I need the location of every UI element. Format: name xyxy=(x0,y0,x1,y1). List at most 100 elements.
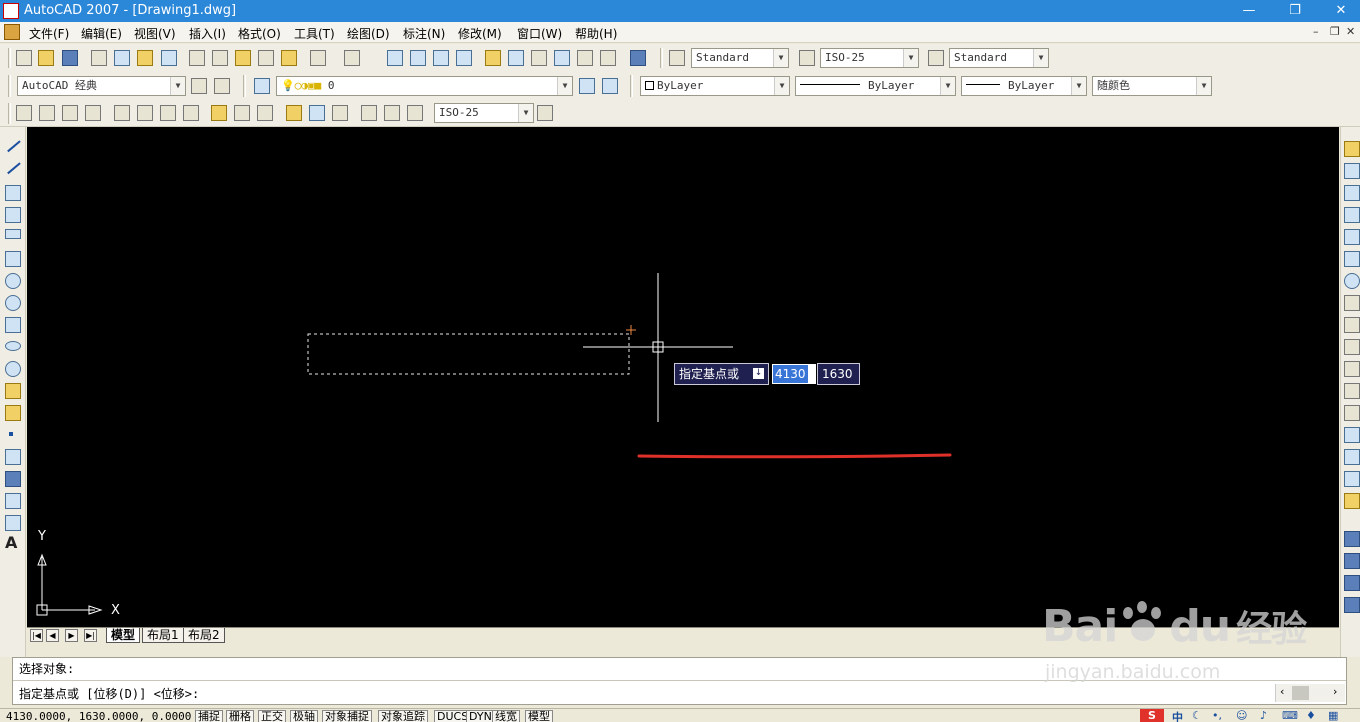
table-icon[interactable] xyxy=(5,515,21,531)
radius-dim-icon[interactable] xyxy=(114,105,130,121)
dimension-style-manager-icon[interactable] xyxy=(537,105,553,121)
hatch-icon[interactable] xyxy=(5,449,21,465)
mic-icon[interactable]: ♪ xyxy=(1260,709,1267,722)
text-style-select[interactable]: Standard ▼ xyxy=(691,48,789,68)
rectangle-icon[interactable] xyxy=(5,229,21,239)
zoom-previous-icon[interactable] xyxy=(456,50,472,66)
aligned-dim-icon[interactable] xyxy=(39,105,55,121)
insert-block-icon[interactable] xyxy=(5,383,21,399)
keyboard-icon[interactable]: ⌨ xyxy=(1282,709,1298,722)
scale-icon[interactable] xyxy=(1344,295,1360,311)
text-style-icon[interactable] xyxy=(669,50,685,66)
break-at-point-icon[interactable] xyxy=(1344,383,1360,399)
chevron-down-icon[interactable]: ▼ xyxy=(557,77,572,95)
chevron-down-icon[interactable]: ▼ xyxy=(170,77,185,95)
publish-icon[interactable] xyxy=(137,50,153,66)
diameter-dim-icon[interactable] xyxy=(160,105,176,121)
chevron-down-icon[interactable]: ▼ xyxy=(903,49,918,67)
workspace-settings-icon[interactable] xyxy=(191,78,207,94)
tolerance-icon[interactable] xyxy=(309,105,325,121)
toolbar-grip[interactable] xyxy=(660,48,663,68)
dim-edit-icon[interactable] xyxy=(361,105,377,121)
workspace-select[interactable]: AutoCAD 经典 ▼ xyxy=(17,76,186,96)
center-mark-icon[interactable] xyxy=(332,105,348,121)
menu-help[interactable]: 帮助(H) xyxy=(575,25,617,42)
menu-view[interactable]: 视图(V) xyxy=(134,25,176,42)
fillet-icon[interactable] xyxy=(1344,471,1360,487)
snap-toggle[interactable]: 捕捉 xyxy=(195,710,223,722)
scroll-thumb[interactable] xyxy=(1292,686,1309,700)
polygon-icon[interactable] xyxy=(5,207,21,223)
erase-icon[interactable] xyxy=(1344,141,1360,157)
dim-style-select-2[interactable]: ISO-25 ▼ xyxy=(434,103,534,123)
gradient-icon[interactable] xyxy=(5,471,21,487)
make-block-icon[interactable] xyxy=(5,405,21,421)
spline-icon[interactable] xyxy=(5,317,21,333)
tab-model[interactable]: 模型 xyxy=(106,628,141,643)
table-style-select[interactable]: Standard ▼ xyxy=(949,48,1049,68)
ortho-toggle[interactable]: 正交 xyxy=(258,710,286,722)
menu-edit[interactable]: 编辑(E) xyxy=(81,25,122,42)
print-preview-icon[interactable] xyxy=(114,50,130,66)
new-icon[interactable] xyxy=(16,50,32,66)
draw-order-back-icon[interactable] xyxy=(1344,553,1360,569)
toolbar-grip[interactable] xyxy=(8,48,11,68)
menu-format[interactable]: 格式(O) xyxy=(238,25,281,42)
markup-icon[interactable] xyxy=(577,50,593,66)
coordinate-readout[interactable]: 4130.0000, 1630.0000, 0.0000 xyxy=(6,710,191,722)
dim-style-icon[interactable] xyxy=(799,50,815,66)
command-prompt-line[interactable]: 指定基点或 [位移(D)] <位移>: xyxy=(19,685,199,702)
scroll-right-icon[interactable]: › xyxy=(1333,685,1337,698)
tool-palettes-icon[interactable] xyxy=(531,50,547,66)
draw-order-under-icon[interactable] xyxy=(1344,597,1360,613)
tab-layout1[interactable]: 布局1 xyxy=(142,628,184,643)
restore-button[interactable]: ❐ xyxy=(1280,2,1310,20)
extend-icon[interactable] xyxy=(1344,361,1360,377)
chevron-down-icon[interactable]: ▼ xyxy=(773,49,788,67)
multiline-text-icon[interactable]: A xyxy=(5,535,21,551)
arrow-down-icon[interactable]: ↓ xyxy=(753,368,764,379)
ellipse-arc-icon[interactable] xyxy=(5,361,21,377)
make-current-layer-icon[interactable] xyxy=(579,78,595,94)
3d-dwf-icon[interactable] xyxy=(161,50,177,66)
plot-style-select[interactable]: 随颜色 ▼ xyxy=(1092,76,1212,96)
menu-dimension[interactable]: 标注(N) xyxy=(403,25,445,42)
last-tab-icon[interactable]: ▶| xyxy=(84,629,97,642)
explode-icon[interactable] xyxy=(1344,493,1360,509)
menu-tools[interactable]: 工具(T) xyxy=(294,25,335,42)
ime-mode-label[interactable]: 中 xyxy=(1172,709,1183,722)
paste-icon[interactable] xyxy=(235,50,251,66)
redo-icon[interactable] xyxy=(344,50,360,66)
grid-icon[interactable]: ▦ xyxy=(1328,709,1338,722)
quick-leader-icon[interactable] xyxy=(286,105,302,121)
chevron-down-icon[interactable]: ▼ xyxy=(1196,77,1211,95)
toolbar-grip[interactable] xyxy=(243,75,246,97)
sogou-ime-icon[interactable]: S xyxy=(1140,709,1164,722)
doc-close-button[interactable]: ✕ xyxy=(1346,25,1355,38)
zoom-realtime-icon[interactable] xyxy=(410,50,426,66)
quick-dim-icon[interactable] xyxy=(211,105,227,121)
dim-text-edit-icon[interactable] xyxy=(384,105,400,121)
undo-icon[interactable] xyxy=(310,50,326,66)
minimize-button[interactable]: — xyxy=(1234,2,1264,20)
chamfer-icon[interactable] xyxy=(1344,449,1360,465)
menu-window[interactable]: 窗口(W) xyxy=(517,25,562,42)
command-scrollbar[interactable]: ‹ › xyxy=(1275,684,1345,702)
grid-toggle[interactable]: 栅格 xyxy=(226,710,254,722)
properties-icon[interactable] xyxy=(485,50,501,66)
baseline-dim-icon[interactable] xyxy=(234,105,250,121)
jogged-dim-icon[interactable] xyxy=(137,105,153,121)
linear-dim-icon[interactable] xyxy=(16,105,32,121)
input-x-field[interactable]: 4130 xyxy=(772,364,816,384)
draw-order-front-icon[interactable] xyxy=(1344,531,1360,547)
polyline-icon[interactable] xyxy=(5,185,21,201)
dim-style-select[interactable]: ISO-25 ▼ xyxy=(820,48,919,68)
next-tab-icon[interactable]: ▶ xyxy=(65,629,78,642)
lineweight-select[interactable]: ByLayer ▼ xyxy=(961,76,1087,96)
doc-restore-button[interactable]: ❐ xyxy=(1330,25,1340,38)
construction-line-icon[interactable] xyxy=(3,157,21,175)
toolbar-grip[interactable] xyxy=(8,103,11,124)
layer-previous-icon[interactable] xyxy=(602,78,618,94)
dyn-toggle[interactable]: DYN xyxy=(466,710,495,722)
zoom-window-icon[interactable] xyxy=(433,50,449,66)
